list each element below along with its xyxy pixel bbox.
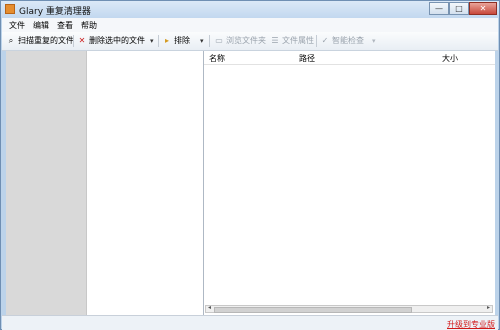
delete-selected-button[interactable]: ✕ 删除选中的文件 <box>77 34 145 48</box>
table-header: 名称 路径 大小 <box>204 51 495 65</box>
app-icon <box>5 4 15 14</box>
title-bar: Glary 重复清理器 — □ ✕ <box>1 1 499 18</box>
menu-help[interactable]: 帮助 <box>81 20 97 31</box>
duplicate-files-list[interactable]: 名称 路径 大小 ◂ ▸ <box>204 51 495 315</box>
menu-view[interactable]: 查看 <box>57 20 73 31</box>
toolbar-separator <box>73 35 74 47</box>
scan-duplicates-label: 扫描重复的文件 <box>18 36 74 45</box>
file-properties-label: 文件属性 <box>282 36 314 45</box>
scroll-left-arrow[interactable]: ◂ <box>208 304 211 311</box>
toolbar: ⌕ 扫描重复的文件 ✕ 删除选中的文件 ▾ ▸ 排除 ▾ ▭ 浏览文件夹 ☰ 文件属性 ✓… <box>2 32 498 51</box>
delete-dropdown-icon[interactable]: ▾ <box>150 35 154 47</box>
toolbar-separator <box>158 35 159 47</box>
minimize-button[interactable]: — <box>429 2 449 15</box>
folder-icon: ▭ <box>215 36 223 45</box>
column-size-header[interactable]: 大小 <box>442 53 458 64</box>
smart-check-label: 智能检查 <box>332 36 364 45</box>
exclude-icon: ▸ <box>164 36 169 45</box>
exclude-button[interactable]: ▸ 排除 <box>162 34 190 48</box>
column-path-header[interactable]: 路径 <box>299 53 315 64</box>
properties-icon: ☰ <box>271 36 279 45</box>
app-window: Glary 重复清理器 — □ ✕ 文件 编辑 查看 帮助 ⌕ 扫描重复的文件 ✕… <box>0 0 500 330</box>
toolbar-separator <box>209 35 210 47</box>
delete-icon: ✕ <box>78 36 86 45</box>
menu-edit[interactable]: 编辑 <box>33 20 49 31</box>
scan-duplicates-button[interactable]: ⌕ 扫描重复的文件 <box>6 34 74 48</box>
browse-folder-button[interactable]: ▭ 浏览文件夹 <box>214 34 266 48</box>
folder-tree-pane <box>87 51 204 315</box>
smart-check-dropdown-icon[interactable]: ▾ <box>372 35 376 47</box>
menu-bar: 文件 编辑 查看 帮助 <box>2 18 498 33</box>
smart-check-button[interactable]: ✓ 智能检查 <box>320 34 364 48</box>
column-name-header[interactable]: 名称 <box>209 53 225 64</box>
toolbar-separator <box>316 35 317 47</box>
checkmark-icon: ✓ <box>321 36 329 45</box>
status-bar: 升级到专业版 <box>2 315 498 330</box>
browse-folder-label: 浏览文件夹 <box>226 36 266 45</box>
search-icon: ⌕ <box>8 36 14 45</box>
delete-selected-label: 删除选中的文件 <box>89 36 145 45</box>
menu-file[interactable]: 文件 <box>9 20 25 31</box>
scroll-thumb[interactable] <box>214 307 412 313</box>
window-title: Glary 重复清理器 <box>19 7 91 17</box>
maximize-button[interactable]: □ <box>449 2 469 15</box>
horizontal-scrollbar[interactable]: ◂ ▸ <box>205 304 493 313</box>
left-navigation-pane <box>6 51 87 315</box>
exclude-dropdown-icon[interactable]: ▾ <box>200 35 204 47</box>
exclude-label: 排除 <box>174 36 190 45</box>
file-properties-button[interactable]: ☰ 文件属性 <box>270 34 314 48</box>
scroll-right-arrow[interactable]: ▸ <box>487 304 490 311</box>
close-button[interactable]: ✕ <box>469 2 497 15</box>
upgrade-pro-link[interactable]: 升级到专业版 <box>447 319 495 330</box>
